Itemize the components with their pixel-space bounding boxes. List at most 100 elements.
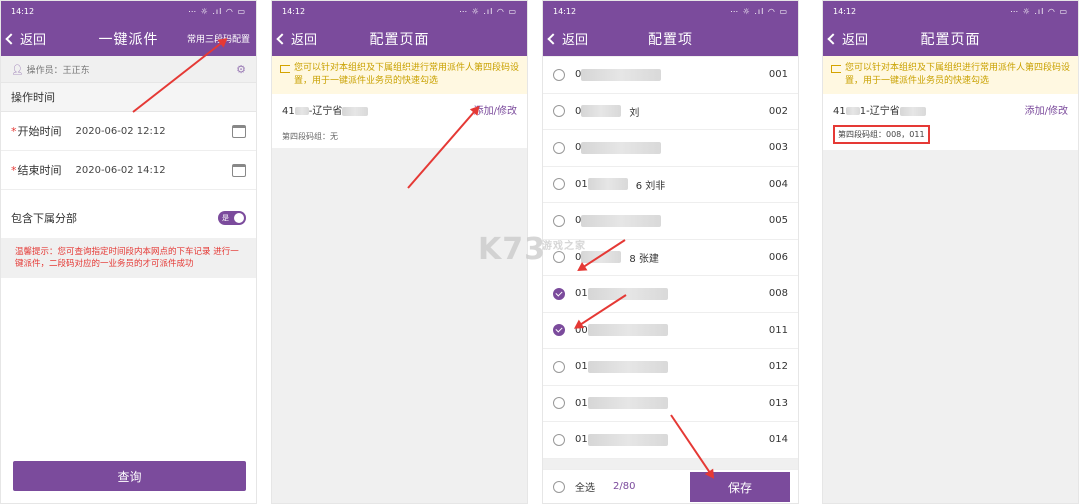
- back-label: 返回: [842, 33, 869, 48]
- start-time-row[interactable]: * 开始时间 2020-06-02 12:12: [1, 112, 256, 151]
- redacted-block: [342, 106, 369, 116]
- status-time: 14:12: [11, 6, 35, 16]
- notice-banner: 您可以针对本组织及下属组织进行常用派件人第四段码设置，用于一键派件业务员的快速勾…: [272, 56, 527, 94]
- end-time-value: 2020-06-02 14:12: [75, 164, 166, 176]
- list-item[interactable]: 00 011: [543, 312, 798, 349]
- status-bar: 14:12 ⋯ ☼ .ıl ◠ ▭: [543, 1, 798, 21]
- calendar-icon[interactable]: [232, 163, 246, 177]
- end-time-row[interactable]: * 结束时间 2020-06-02 14:12: [1, 151, 256, 190]
- operator-text: 操作员：王正东: [26, 65, 90, 76]
- user-icon: 👤︎: [11, 64, 24, 76]
- status-icons: ⋯ ☼ .ıl ◠ ▭: [1010, 6, 1068, 16]
- status-bar: 14:12 ⋯ ☼ .ıl ◠ ▭: [1, 1, 256, 21]
- toggle-knob: [234, 213, 244, 223]
- radio-icon[interactable]: [553, 397, 565, 410]
- list-item[interactable]: 0 001: [543, 57, 798, 94]
- notice-banner: 您可以针对本组织及下属组织进行常用派件人第四段码设置，用于一键派件业务员的快速勾…: [823, 56, 1078, 94]
- section-title: 操作时间: [1, 82, 256, 112]
- add-edit-link[interactable]: 添加/修改: [1025, 102, 1068, 117]
- item-code: 005: [768, 215, 788, 227]
- back-button[interactable]: 返回: [547, 29, 588, 48]
- radio-icon[interactable]: [553, 68, 565, 81]
- status-bar: 14:12 ⋯ ☼ .ıl ◠ ▭: [823, 1, 1078, 21]
- header: 14:12 ⋯ ☼ .ıl ◠ ▭ 返回 配置页面: [823, 1, 1078, 56]
- item-code: 002: [768, 105, 788, 117]
- query-button[interactable]: 查询: [13, 461, 246, 491]
- item-prefix: 01: [575, 361, 588, 373]
- redacted-block: [899, 106, 926, 116]
- item-prefix: 01: [575, 434, 588, 446]
- org-label: 41 1-辽宁省: [833, 102, 926, 117]
- item-code: 004: [768, 178, 788, 190]
- item-code: 008: [768, 288, 788, 300]
- watermark-logo: K73 游戏之家: [478, 232, 586, 267]
- status-icons: ⋯ ☼ .ıl ◠ ▭: [188, 6, 246, 16]
- nav-bar: 返回 配置页面: [823, 21, 1078, 56]
- header: 14:12 ⋯ ☼ .ıl ◠ ▭ 返回 配置页面: [272, 1, 527, 56]
- notice-text: 您可以针对本组织及下属组织进行常用派件人第四段码设置，用于一键派件业务员的快速勾…: [845, 63, 1071, 86]
- org-config-row: 41 -辽宁省 添加/修改 第四段码组：无: [272, 94, 527, 148]
- radio-icon[interactable]: [553, 433, 565, 446]
- radio-icon[interactable]: [553, 105, 565, 118]
- calendar-icon[interactable]: [232, 124, 246, 138]
- list-item[interactable]: 0 003: [543, 130, 798, 167]
- bottom-bar: 全选 2/80 保存: [543, 469, 798, 503]
- status-icons: ⋯ ☼ .ıl ◠ ▭: [459, 6, 517, 16]
- include-subbranch-toggle[interactable]: 是: [218, 211, 246, 225]
- radio-icon[interactable]: [553, 141, 565, 154]
- list-item[interactable]: 01 014: [543, 422, 798, 459]
- back-button[interactable]: 返回: [5, 29, 46, 48]
- org-config-row: 41 1-辽宁省 添加/修改 第四段码组：008，011: [823, 94, 1078, 150]
- redacted-block: [587, 287, 668, 300]
- save-button[interactable]: 保存: [690, 472, 790, 502]
- radio-icon[interactable]: [553, 178, 565, 191]
- selected-count: 2/80: [613, 481, 636, 492]
- chevron-left-icon: [547, 32, 559, 45]
- speaker-icon: [280, 65, 290, 73]
- speaker-icon: [831, 65, 841, 73]
- item-prefix: 01: [575, 178, 588, 190]
- notice-text: 您可以针对本组织及下属组织进行常用派件人第四段码设置，用于一键派件业务员的快速勾…: [294, 63, 520, 86]
- redacted-block: [587, 178, 628, 191]
- chevron-left-icon: [5, 32, 17, 45]
- redacted-block: [587, 324, 668, 337]
- chevron-left-icon: [827, 32, 839, 45]
- watermark-subtext: 游戏之家: [542, 241, 586, 252]
- redacted-block: [581, 141, 662, 154]
- radio-icon[interactable]: [553, 360, 565, 373]
- radio-icon[interactable]: [553, 214, 565, 227]
- operator-bar: 👤︎ 操作员：王正东 ⚙: [1, 56, 256, 82]
- org-name: -辽宁省: [308, 106, 343, 117]
- back-button[interactable]: 返回: [827, 29, 869, 48]
- fourth-code-group: 第四段码组：无: [282, 132, 338, 141]
- org-prefix: 41: [833, 106, 846, 117]
- start-time-label: 开始时间: [17, 125, 62, 138]
- checked-radio-icon[interactable]: [553, 324, 565, 337]
- list-item[interactable]: 01 008: [543, 276, 798, 313]
- header: 14:12 ⋯ ☼ .ıl ◠ ▭ 返回 一键派件 常用三段码配置: [1, 1, 256, 56]
- redacted-block: [581, 105, 622, 118]
- back-button[interactable]: 返回: [276, 29, 317, 48]
- settings-icon[interactable]: ⚙: [236, 63, 246, 76]
- org-name: 1-辽宁省: [859, 106, 900, 117]
- header: 14:12 ⋯ ☼ .ıl ◠ ▭ 返回 配置项: [543, 1, 798, 56]
- status-icons: ⋯ ☼ .ıl ◠ ▭: [730, 6, 788, 16]
- select-all-radio[interactable]: [553, 480, 565, 493]
- operator-label: 👤︎ 操作员：王正东: [11, 63, 90, 76]
- redacted-block: [587, 397, 668, 410]
- select-all-label[interactable]: 全选: [575, 479, 595, 494]
- list-item[interactable]: 01 6 刘非 004: [543, 166, 798, 203]
- status-bar: 14:12 ⋯ ☼ .ıl ◠ ▭: [272, 1, 527, 21]
- list-item[interactable]: 0 刘 002: [543, 93, 798, 130]
- chevron-left-icon: [276, 32, 288, 45]
- list-item[interactable]: 01 012: [543, 349, 798, 386]
- status-time: 14:12: [282, 6, 306, 16]
- item-prefix: 01: [575, 397, 588, 409]
- redacted-block: [581, 68, 662, 81]
- redacted-block: [294, 107, 309, 115]
- fourth-code-group-highlight: 第四段码组：008，011: [833, 125, 930, 144]
- include-subbranch-label: 包含下属分部: [11, 212, 77, 225]
- checked-radio-icon[interactable]: [553, 287, 565, 300]
- item-code: 013: [768, 397, 788, 409]
- end-time-label: 结束时间: [17, 164, 62, 177]
